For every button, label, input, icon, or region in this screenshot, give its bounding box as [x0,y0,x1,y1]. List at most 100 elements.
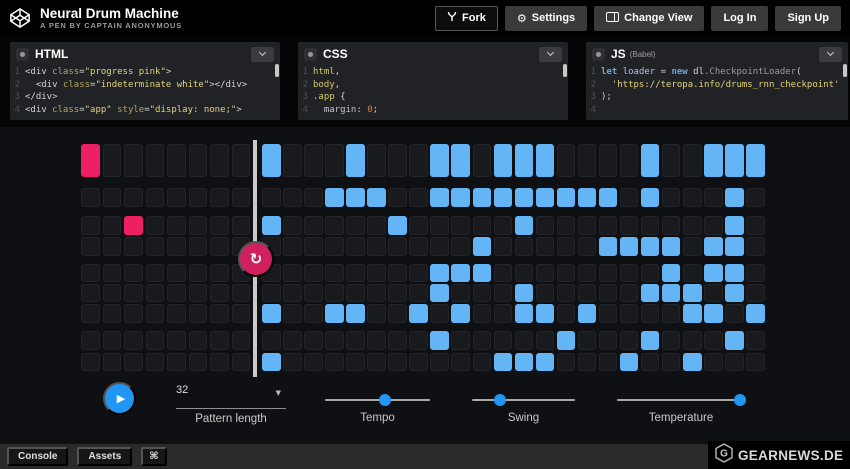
code-lines[interactable]: <div class="progress pink"> <div class="… [25,66,247,116]
grid-cell-r9-c19[interactable] [473,353,492,371]
grid-cell-r7-c17[interactable] [430,304,449,323]
grid-cell-r6-c13[interactable] [346,284,365,302]
grid-cell-r1-c14[interactable] [367,144,386,177]
grid-cell-r9-c12[interactable] [325,353,344,371]
grid-cell-r2-c14[interactable] [367,188,386,207]
editor-settings-icon[interactable] [16,48,29,61]
grid-cell-r8-c25[interactable] [599,331,618,350]
grid-cell-r3-c14[interactable] [367,216,386,235]
grid-cell-r7-c19[interactable] [473,304,492,323]
code-line[interactable]: body, [313,79,378,92]
grid-cell-r2-c23[interactable] [557,188,576,207]
grid-cell-r6-c30[interactable] [704,284,723,302]
grid-cell-r1-c16[interactable] [409,144,428,177]
grid-cell-r1-c30[interactable] [704,144,723,177]
grid-cell-r4-c12[interactable] [325,237,344,256]
grid-cell-r3-c25[interactable] [599,216,618,235]
grid-cell-r6-c1[interactable] [81,284,100,302]
grid-cell-r6-c31[interactable] [725,284,744,302]
grid-cell-r5-c16[interactable] [409,264,428,282]
grid-cell-r1-c19[interactable] [473,144,492,177]
grid-cell-r8-c22[interactable] [536,331,555,350]
grid-cell-r1-c29[interactable] [683,144,702,177]
grid-cell-r8-c11[interactable] [304,331,323,350]
grid-cell-r7-c22[interactable] [536,304,555,323]
grid-cell-r2-c3[interactable] [124,188,143,207]
grid-cell-r2-c31[interactable] [725,188,744,207]
grid-cell-r5-c4[interactable] [146,264,165,282]
grid-cell-r6-c32[interactable] [746,284,765,302]
grid-cell-r7-c30[interactable] [704,304,723,323]
grid-cell-r8-c14[interactable] [367,331,386,350]
grid-cell-r9-c26[interactable] [620,353,639,371]
grid-cell-r4-c10[interactable] [283,237,302,256]
grid-cell-r2-c27[interactable] [641,188,660,207]
editor-settings-icon[interactable] [592,48,605,61]
grid-cell-r7-c13[interactable] [346,304,365,323]
grid-cell-r8-c20[interactable] [494,331,513,350]
grid-cell-r6-c3[interactable] [124,284,143,302]
grid-cell-r4-c21[interactable] [515,237,534,256]
grid-cell-r6-c20[interactable] [494,284,513,302]
grid-cell-r8-c31[interactable] [725,331,744,350]
grid-cell-r3-c4[interactable] [146,216,165,235]
grid-cell-r1-c27[interactable] [641,144,660,177]
grid-cell-r9-c14[interactable] [367,353,386,371]
grid-cell-r1-c4[interactable] [146,144,165,177]
grid-cell-r3-c27[interactable] [641,216,660,235]
grid-cell-r8-c15[interactable] [388,331,407,350]
code-line[interactable]: </div> [25,91,247,104]
editor-settings-icon[interactable] [304,48,317,61]
grid-cell-r2-c15[interactable] [388,188,407,207]
code-line[interactable]: 'https://teropa.info/drums_rnn_checkpoin… [601,79,839,92]
pattern-length-value[interactable]: 32 [176,384,286,396]
grid-cell-r2-c22[interactable] [536,188,555,207]
grid-cell-r6-c8[interactable] [232,284,251,302]
grid-cell-r5-c31[interactable] [725,264,744,282]
grid-cell-r4-c23[interactable] [557,237,576,256]
grid-cell-r8-c6[interactable] [189,331,208,350]
grid-cell-r4-c31[interactable] [725,237,744,256]
grid-cell-r8-c23[interactable] [557,331,576,350]
slider-track[interactable] [617,399,745,401]
slider-thumb[interactable] [494,394,506,406]
grid-cell-r9-c27[interactable] [641,353,660,371]
grid-cell-r7-c27[interactable] [641,304,660,323]
grid-cell-r8-c2[interactable] [103,331,122,350]
grid-cell-r7-c6[interactable] [189,304,208,323]
grid-cell-r5-c3[interactable] [124,264,143,282]
grid-cell-r4-c13[interactable] [346,237,365,256]
grid-cell-r8-c26[interactable] [620,331,639,350]
grid-cell-r7-c4[interactable] [146,304,165,323]
grid-cell-r2-c32[interactable] [746,188,765,207]
grid-cell-r5-c29[interactable] [683,264,702,282]
grid-cell-r2-c5[interactable] [167,188,186,207]
grid-cell-r1-c13[interactable] [346,144,365,177]
chevron-down-icon[interactable] [251,47,274,62]
grid-cell-r9-c5[interactable] [167,353,186,371]
grid-cell-r7-c28[interactable] [662,304,681,323]
code-line[interactable] [601,104,839,117]
grid-cell-r1-c2[interactable] [103,144,122,177]
settings-button[interactable]: ⚙ Settings [505,6,587,31]
css-code-area[interactable]: 1234 html,body,.app { margin: 0; [298,63,568,116]
command-palette-icon[interactable]: ⌘ [141,447,166,466]
grid-cell-r4-c17[interactable] [430,237,449,256]
grid-cell-r1-c24[interactable] [578,144,597,177]
grid-cell-r3-c15[interactable] [388,216,407,235]
grid-cell-r4-c19[interactable] [473,237,492,256]
code-lines[interactable]: html,body,.app { margin: 0; [313,66,378,116]
code-line[interactable]: <div class="progress pink"> [25,66,247,79]
grid-cell-r9-c21[interactable] [515,353,534,371]
grid-cell-r5-c28[interactable] [662,264,681,282]
grid-cell-r3-c24[interactable] [578,216,597,235]
grid-cell-r4-c6[interactable] [189,237,208,256]
grid-cell-r3-c29[interactable] [683,216,702,235]
grid-cell-r4-c22[interactable] [536,237,555,256]
grid-cell-r8-c27[interactable] [641,331,660,350]
grid-cell-r1-c20[interactable] [494,144,513,177]
grid-cell-r2-c4[interactable] [146,188,165,207]
grid-cell-r6-c10[interactable] [283,284,302,302]
grid-cell-r1-c7[interactable] [210,144,229,177]
grid-cell-r7-c24[interactable] [578,304,597,323]
